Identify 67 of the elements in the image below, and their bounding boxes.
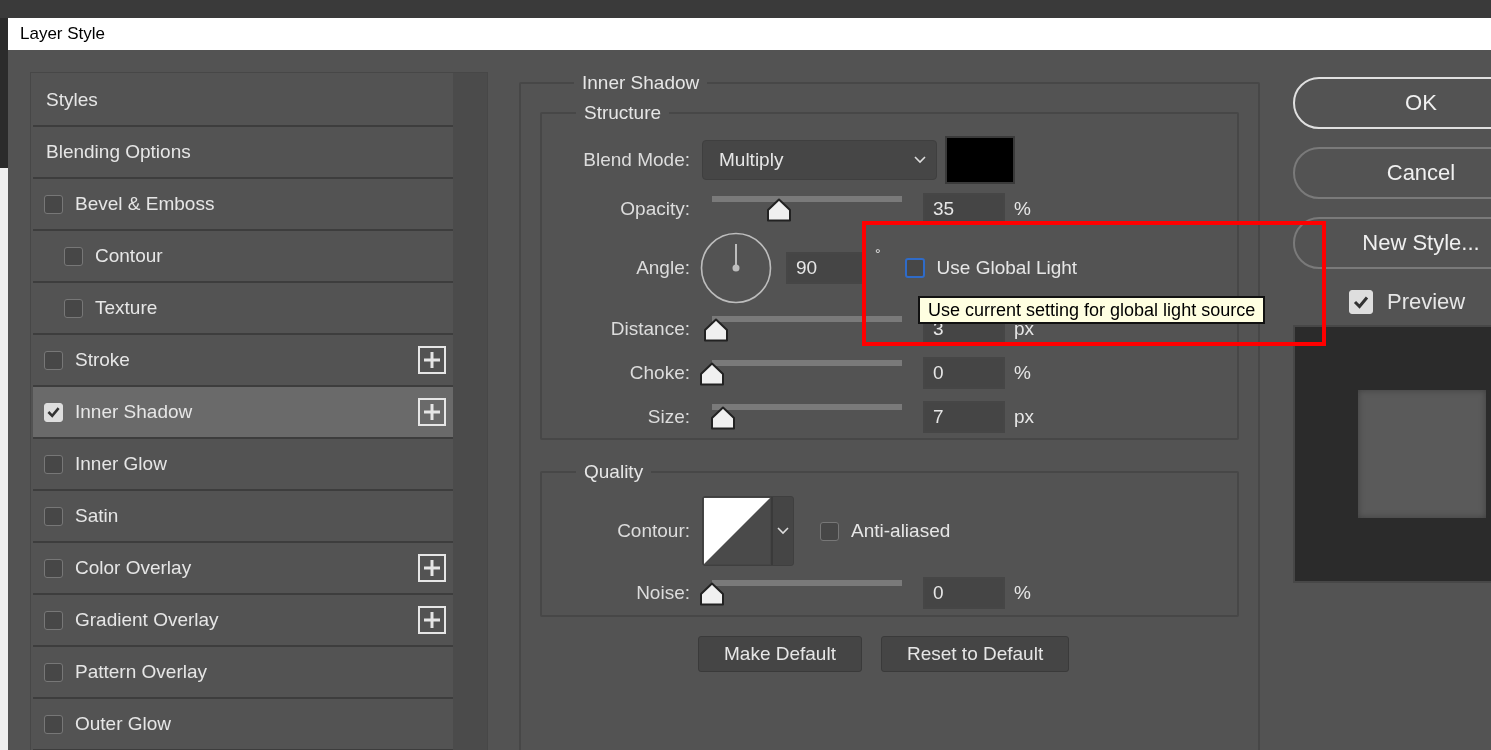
style-list-item[interactable]: Gradient Overlay	[33, 595, 453, 647]
dialog-button[interactable]: Cancel	[1293, 147, 1491, 199]
style-list-item[interactable]: Pattern Overlay	[33, 647, 453, 699]
slider-thumb[interactable]	[765, 198, 792, 222]
unit-label: %	[1014, 198, 1031, 220]
unit-label: px	[1014, 406, 1035, 428]
dialog-button[interactable]: OK	[1293, 77, 1491, 129]
dialog-button[interactable]: New Style...	[1293, 217, 1491, 269]
checkbox[interactable]	[820, 521, 839, 541]
unit-label: °	[875, 246, 881, 262]
add-icon[interactable]	[418, 346, 446, 374]
style-list-item[interactable]: Inner Glow	[33, 439, 453, 491]
window-title: Layer Style	[20, 24, 106, 44]
blend-mode-dropdown[interactable]: Multiply	[702, 140, 937, 180]
checkbox-label: Anti-aliased	[851, 520, 951, 542]
add-icon[interactable]	[418, 606, 446, 634]
field-label: Contour:	[616, 520, 690, 542]
checkbox[interactable]	[64, 298, 83, 318]
contour-curve-icon	[704, 498, 770, 564]
slider-thumb[interactable]	[710, 406, 737, 430]
field-label: Choke:	[628, 362, 690, 384]
checkbox[interactable]	[44, 350, 63, 370]
add-icon[interactable]	[418, 398, 446, 426]
checkbox[interactable]	[44, 558, 63, 578]
contour-picker[interactable]	[702, 496, 794, 566]
checkbox[interactable]	[44, 506, 63, 526]
slider-thumb[interactable]	[699, 362, 725, 386]
checkbox[interactable]	[44, 662, 63, 682]
checkbox[interactable]	[44, 714, 63, 734]
field-label: Blend Mode:	[582, 149, 690, 171]
checkbox[interactable]	[44, 194, 63, 214]
group-title: Inner Shadow	[581, 72, 701, 94]
field-label: Angle:	[635, 257, 690, 279]
checkbox[interactable]	[44, 454, 63, 474]
chevron-icon	[777, 527, 789, 535]
color-swatch[interactable]	[945, 136, 1015, 184]
style-list-item[interactable]: Color Overlay	[33, 543, 453, 595]
field-label: Size:	[646, 406, 690, 428]
style-list-item[interactable]: Bevel & Emboss	[33, 179, 453, 231]
unit-label: %	[1014, 582, 1031, 604]
unit-label: %	[1014, 362, 1031, 384]
dialog-button[interactable]: Make Default	[698, 636, 862, 672]
value-field[interactable]: 0	[923, 357, 1005, 389]
value-field[interactable]: 7	[923, 401, 1005, 433]
add-icon[interactable]	[418, 554, 446, 582]
checkbox-label: Preview	[1387, 289, 1466, 315]
tooltip: Use current setting for global light source	[918, 296, 1266, 324]
dialog-button[interactable]: Reset to Default	[880, 636, 1070, 672]
field-label: Distance:	[609, 318, 690, 340]
checkbox[interactable]	[64, 246, 83, 266]
style-list-item[interactable]: Satin	[33, 491, 453, 543]
scrollbar-track[interactable]	[453, 73, 487, 750]
slider-thumb[interactable]	[699, 582, 725, 606]
style-list-item[interactable]: Contour	[33, 231, 453, 283]
style-list-item[interactable]: Texture	[33, 283, 453, 335]
group-title: Quality	[583, 461, 645, 483]
slider-thumb[interactable]	[702, 318, 729, 342]
checkbox[interactable]	[904, 258, 925, 278]
checkbox-label: Use Global Light	[936, 257, 1078, 279]
group-title: Structure	[583, 102, 663, 124]
style-list-item[interactable]: Inner Shadow	[33, 387, 453, 439]
field-label: Noise:	[635, 582, 690, 604]
checkbox[interactable]	[44, 610, 63, 630]
field-label: Opacity:	[619, 198, 690, 220]
chevron-icon	[914, 156, 926, 164]
angle-dial[interactable]	[700, 232, 772, 304]
value-field[interactable]: 0	[923, 577, 1005, 609]
